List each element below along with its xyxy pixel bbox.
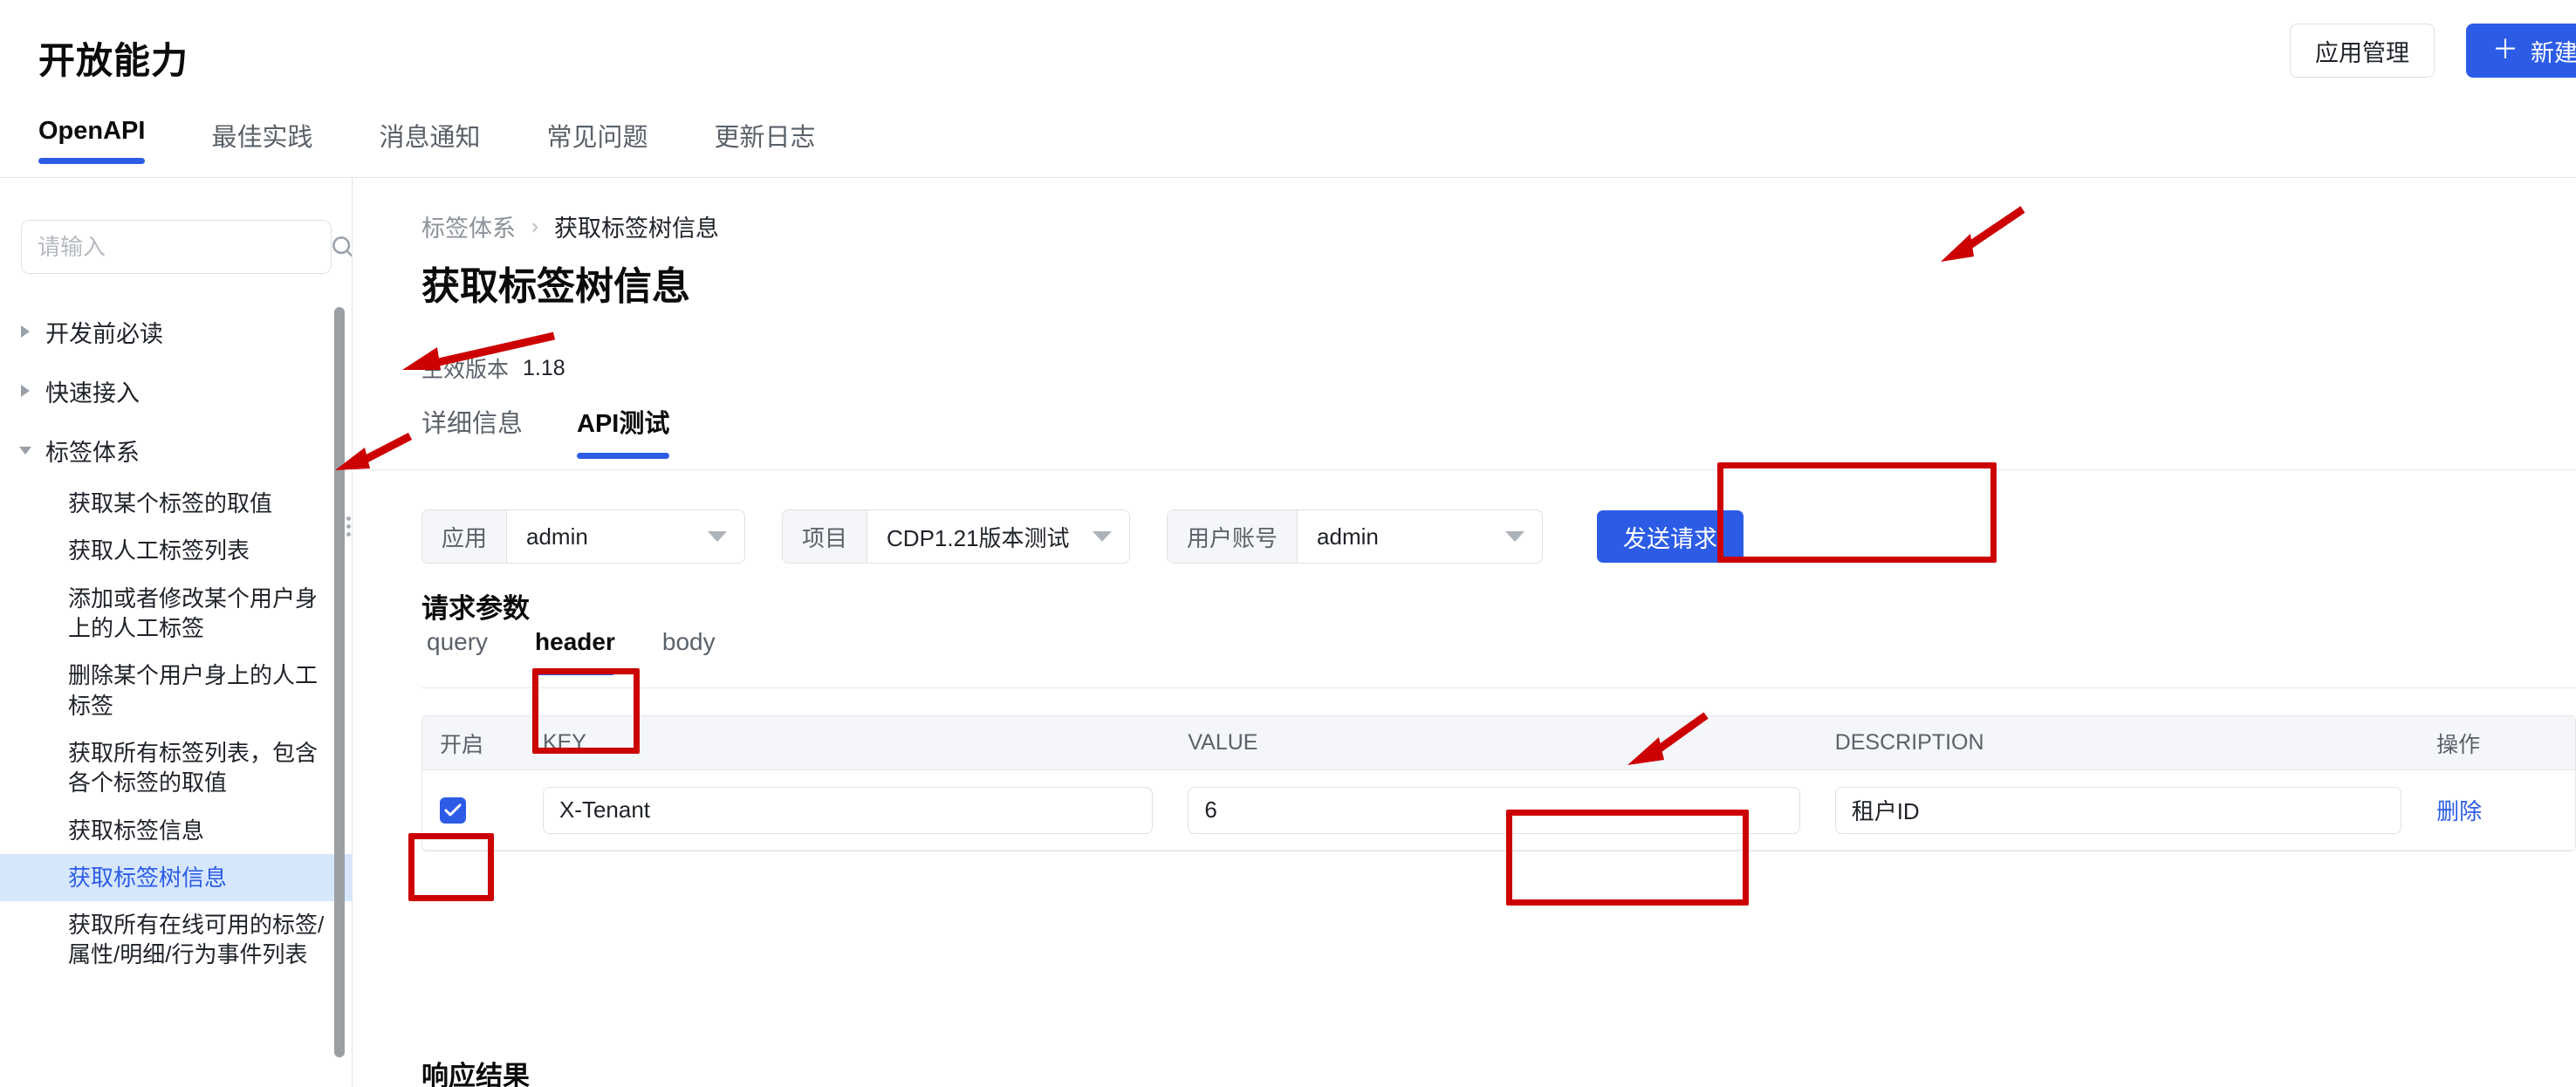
project-selector[interactable]: 项目 CDP1.21版本测试 — [782, 509, 1131, 564]
detail-tabs-divider — [353, 469, 2576, 470]
sidebar-scrollbar-thumb[interactable] — [334, 307, 345, 1057]
search-input[interactable] — [38, 233, 330, 261]
sidebar-group-tag-system[interactable]: 标签体系 — [0, 420, 352, 480]
sidebar-tree: 开发前必读 快速接入 标签体系 获取某个标签的取值 获取人工标签列表 添加或者修… — [0, 302, 352, 979]
create-app-button[interactable]: ＋ 新建应用 — [2466, 24, 2576, 78]
user-account-select[interactable]: admin — [1298, 510, 1542, 563]
breadcrumb-separator: › — [531, 214, 538, 238]
application-value: admin — [526, 523, 588, 550]
top-header: 开放能力 应用管理 ＋ 新建应用 — [0, 0, 2576, 103]
detail-tabs: 详细信息 API测试 — [421, 403, 670, 459]
user-account-value: admin — [1317, 523, 1379, 550]
header-actions: 应用管理 ＋ 新建应用 — [2290, 24, 2576, 78]
chevron-down-icon — [1093, 531, 1113, 542]
app-management-button[interactable]: 应用管理 — [2290, 24, 2435, 78]
table-header-row: 开启 KEY VALUE DESCRIPTION 操作 — [422, 716, 2575, 770]
row-enabled-checkbox[interactable] — [440, 796, 466, 824]
chevron-down-icon — [1505, 531, 1525, 542]
nav-tab-changelog[interactable]: 更新日志 — [715, 103, 816, 164]
sidebar-item-all-tags-list[interactable]: 获取所有标签列表，包含各个标签的取值 — [0, 729, 352, 807]
sidebar-group-label: 快速接入 — [45, 379, 140, 407]
column-header-enabled: 开启 — [440, 732, 484, 757]
cell-description — [1818, 786, 2419, 834]
project-select[interactable]: CDP1.21版本测试 — [867, 510, 1129, 563]
application-label: 应用 — [422, 510, 508, 563]
nav-tab-notifications[interactable]: 消息通知 — [379, 103, 480, 164]
tab-body[interactable]: body — [657, 628, 721, 675]
column-header-value: VALUE — [1188, 730, 1258, 755]
search-box[interactable] — [21, 220, 352, 274]
main-content: 标签体系 › 获取标签树信息 获取标签树信息 生效版本 1.18 详细信息 AP… — [353, 178, 2576, 1087]
param-type-tabs: query header body — [421, 628, 721, 675]
sidebar-item-add-modify-tag[interactable]: 添加或者修改某个用户身上的人工标签 — [0, 575, 352, 653]
sidebar-group-label: 标签体系 — [45, 439, 140, 466]
project-value: CDP1.21版本测试 — [887, 524, 1070, 551]
sidebar-group-label: 开发前必读 — [45, 320, 163, 347]
app-title: 开放能力 — [38, 40, 189, 81]
sidebar-item-tag-info[interactable]: 获取标签信息 — [0, 807, 352, 854]
sidebar-item-manual-tag-list[interactable]: 获取人工标签列表 — [0, 527, 352, 574]
version-label: 生效版本 — [421, 358, 510, 382]
send-request-button[interactable]: 发送请求 — [1597, 510, 1744, 563]
column-header-action: 操作 — [2436, 732, 2481, 757]
sidebar-item-tag-tree-info[interactable]: 获取标签树信息 — [0, 853, 352, 902]
param-tabs-divider — [421, 687, 2576, 688]
primary-nav-tabs: OpenAPI 最佳实践 消息通知 常见问题 更新日志 — [0, 103, 2576, 178]
sidebar-search — [21, 220, 352, 274]
sidebar-group-prereading[interactable]: 开发前必读 — [0, 302, 352, 361]
sidebar-item-online-available[interactable]: 获取所有在线可用的标签/属性/明细/行为事件列表 — [0, 901, 352, 979]
check-icon — [444, 803, 462, 816]
user-account-selector[interactable]: 用户账号 admin — [1167, 509, 1544, 564]
nav-tab-faq[interactable]: 常见问题 — [547, 103, 648, 164]
tab-header[interactable]: header — [530, 628, 620, 675]
chevron-right-icon — [14, 320, 37, 343]
chevron-down-icon — [708, 531, 728, 542]
application-selector[interactable]: 应用 admin — [421, 509, 746, 564]
sidebar-item-get-tag-value[interactable]: 获取某个标签的取值 — [0, 480, 352, 527]
cell-value — [1170, 786, 1817, 834]
breadcrumb-current: 获取标签树信息 — [554, 215, 719, 242]
nav-tab-best-practice[interactable]: 最佳实践 — [211, 103, 312, 164]
app-root: admin admin admin admin admin admin admi… — [0, 0, 2576, 1087]
tab-api-test[interactable]: API测试 — [577, 403, 670, 459]
column-header-key: KEY — [542, 730, 586, 755]
tab-detail-info[interactable]: 详细信息 — [421, 403, 523, 459]
request-params-title: 请求参数 — [421, 593, 530, 624]
chevron-right-icon — [14, 379, 37, 402]
create-app-label: 新建应用 — [2531, 39, 2576, 66]
column-header-description: DESCRIPTION — [1834, 730, 1984, 755]
delete-row-link[interactable]: 删除 — [2436, 794, 2482, 826]
response-result-title: 响应结果 — [421, 1061, 530, 1087]
chevron-down-icon — [14, 439, 37, 461]
value-input[interactable] — [1188, 786, 1800, 834]
request-config-row: 应用 admin 项目 CDP1.21版本测试 用户账号 admin 发送请求 — [421, 509, 1744, 564]
version-value: 1.18 — [523, 355, 565, 380]
breadcrumb-parent[interactable]: 标签体系 — [421, 209, 516, 243]
description-input[interactable] — [1834, 786, 2402, 834]
nav-tab-openapi[interactable]: OpenAPI — [38, 103, 146, 164]
plus-icon: ＋ — [2492, 36, 2518, 65]
user-account-label: 用户账号 — [1168, 510, 1298, 563]
cell-key — [525, 786, 1170, 834]
application-select[interactable]: admin — [507, 510, 744, 563]
params-table: 开启 KEY VALUE DESCRIPTION 操作 X-Tenant 6 租… — [421, 715, 2576, 851]
table-row: 删除 — [422, 770, 2575, 851]
tab-query[interactable]: query — [421, 628, 493, 675]
breadcrumb: 标签体系 › 获取标签树信息 — [421, 209, 719, 243]
version-info: 生效版本 1.18 — [421, 352, 565, 384]
search-icon[interactable] — [330, 234, 352, 260]
key-input[interactable] — [542, 786, 1154, 834]
project-label: 项目 — [783, 510, 868, 563]
cell-enabled — [422, 796, 525, 824]
page-title: 获取标签树信息 — [421, 265, 690, 308]
cell-action: 删除 — [2419, 794, 2575, 826]
sidebar: 开发前必读 快速接入 标签体系 获取某个标签的取值 获取人工标签列表 添加或者修… — [0, 178, 353, 1087]
sidebar-group-quickstart[interactable]: 快速接入 — [0, 361, 352, 420]
sidebar-item-delete-user-tag[interactable]: 删除某个用户身上的人工标签 — [0, 652, 352, 729]
